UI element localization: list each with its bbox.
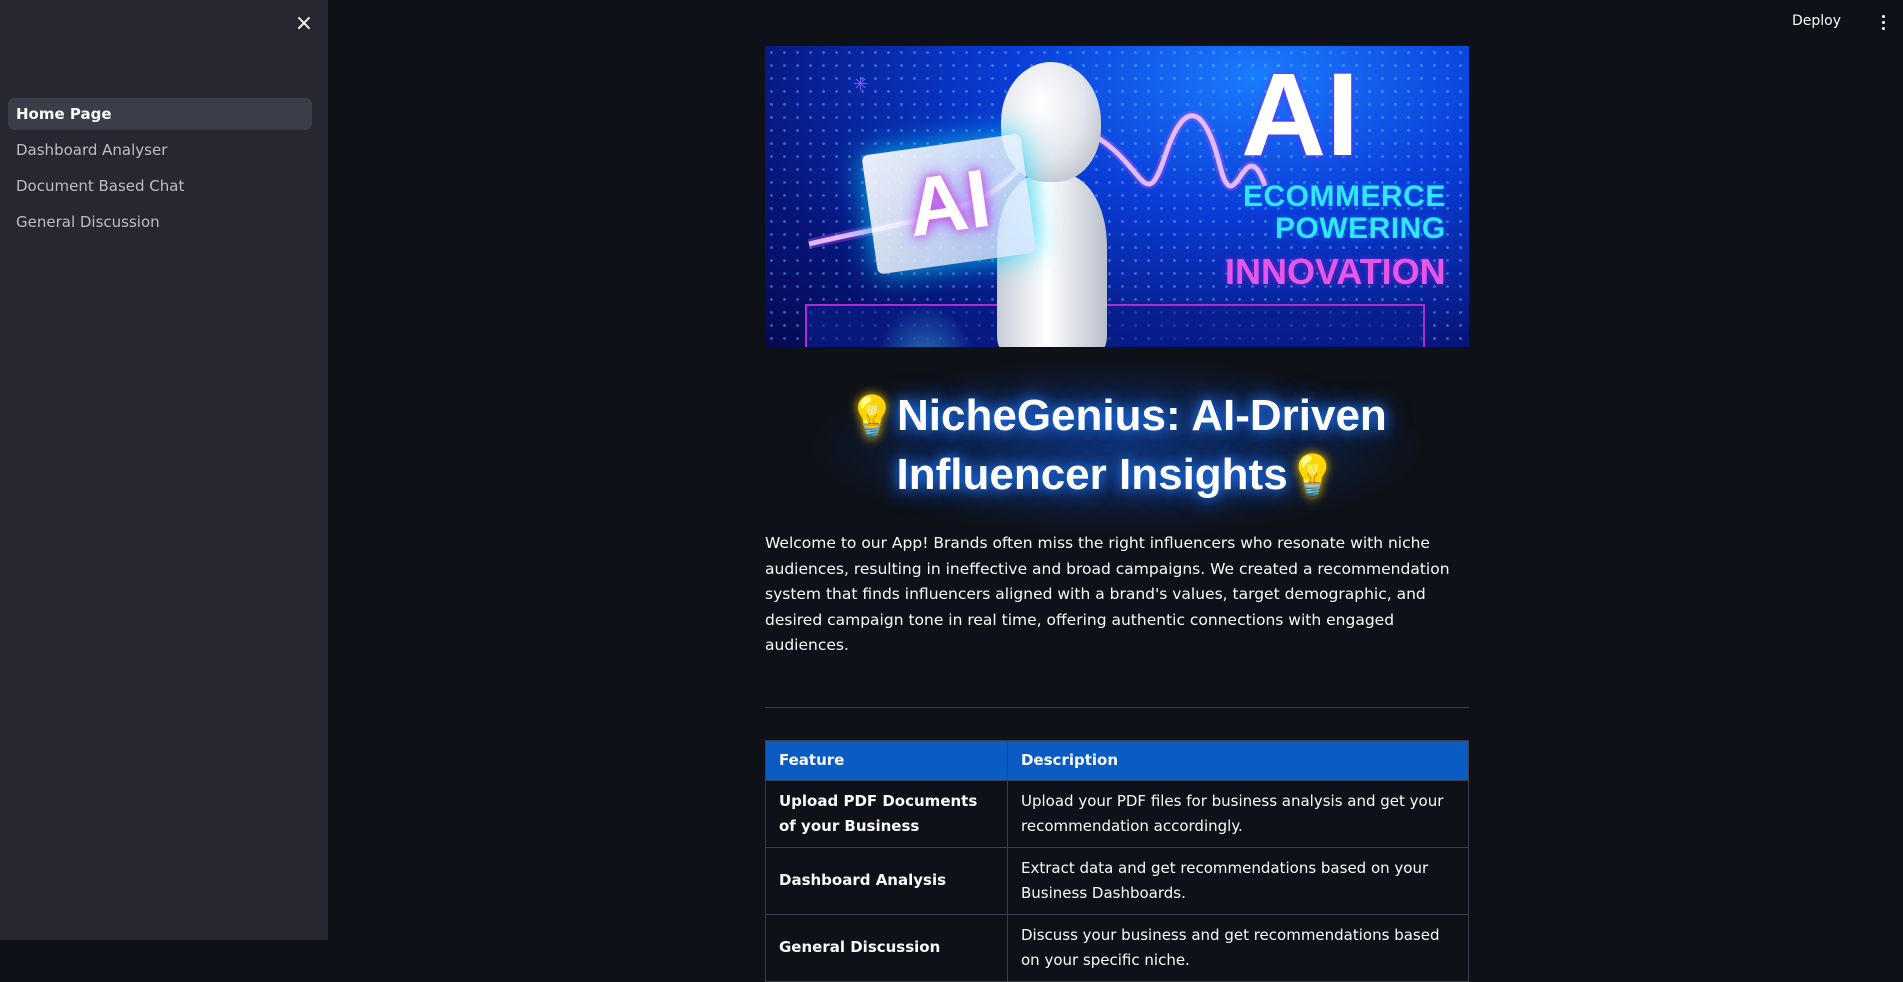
ai-card-text: AI (901, 152, 996, 255)
ai-card: AI (861, 133, 1037, 275)
table-row: Upload PDF Documents of your Business Up… (765, 779, 1469, 848)
hero-frame (805, 304, 1425, 347)
features-table: Feature Description Upload PDF Documents… (765, 739, 1469, 982)
hero-ai-text: AI (1241, 49, 1359, 181)
page-content: ✳ AI AI ECOMMERCE POWERING INNOVATION 💡N… (765, 46, 1469, 982)
hero-innovation-text: INNOVATION (1225, 251, 1446, 292)
divider (765, 706, 1469, 708)
intro-paragraph: Welcome to our App! Brands often miss th… (765, 534, 1450, 654)
sidebar-item-dashboard-analyser[interactable]: Dashboard Analyser (8, 134, 312, 166)
hero-ecommerce-text: ECOMMERCE (1243, 180, 1446, 213)
title-line-2: Influencer Insights (896, 450, 1288, 499)
table-row: Dashboard Analysis Extract data and get … (765, 846, 1469, 915)
description-cell: Discuss your business and get recommenda… (1007, 913, 1469, 982)
feature-cell: General Discussion (765, 913, 1008, 982)
deploy-button[interactable]: Deploy (1792, 13, 1841, 29)
sidebar-item-document-based-chat[interactable]: Document Based Chat (8, 170, 312, 202)
lightbulb-icon: 💡 (847, 395, 897, 439)
kebab-menu-icon[interactable] (1875, 12, 1891, 32)
sidebar: × Home Page Dashboard Analyser Document … (0, 0, 328, 940)
header-description: Description (1007, 739, 1469, 781)
lightbulb-icon: 💡 (1287, 454, 1338, 498)
page-title-block: 💡NicheGenius: AI-Driven Influencer Insig… (765, 357, 1469, 537)
description-cell: Upload your PDF files for business analy… (1007, 779, 1469, 848)
table-header-row: Feature Description (765, 739, 1469, 781)
page-title: 💡NicheGenius: AI-Driven Influencer Insig… (765, 387, 1469, 505)
close-sidebar-icon[interactable]: × (292, 12, 316, 36)
sparkle-icon: ✳ (853, 74, 869, 95)
sidebar-item-home-page[interactable]: Home Page (8, 98, 312, 130)
title-line-1: NicheGenius: AI-Driven (897, 391, 1387, 440)
feature-cell: Dashboard Analysis (765, 846, 1008, 915)
hero-banner-image: ✳ AI AI ECOMMERCE POWERING INNOVATION (765, 46, 1469, 347)
sidebar-nav: Home Page Dashboard Analyser Document Ba… (8, 98, 312, 242)
description-cell: Extract data and get recommendations bas… (1007, 846, 1469, 915)
sidebar-item-general-discussion[interactable]: General Discussion (8, 206, 312, 238)
main-area: Deploy ✳ AI AI ECOMMERCE POWERING INNOVA… (328, 0, 1903, 982)
table-row: General Discussion Discuss your business… (765, 913, 1469, 982)
header-feature: Feature (765, 739, 1008, 781)
hero-powering-text: POWERING (1275, 212, 1446, 245)
feature-cell: Upload PDF Documents of your Business (765, 779, 1008, 848)
